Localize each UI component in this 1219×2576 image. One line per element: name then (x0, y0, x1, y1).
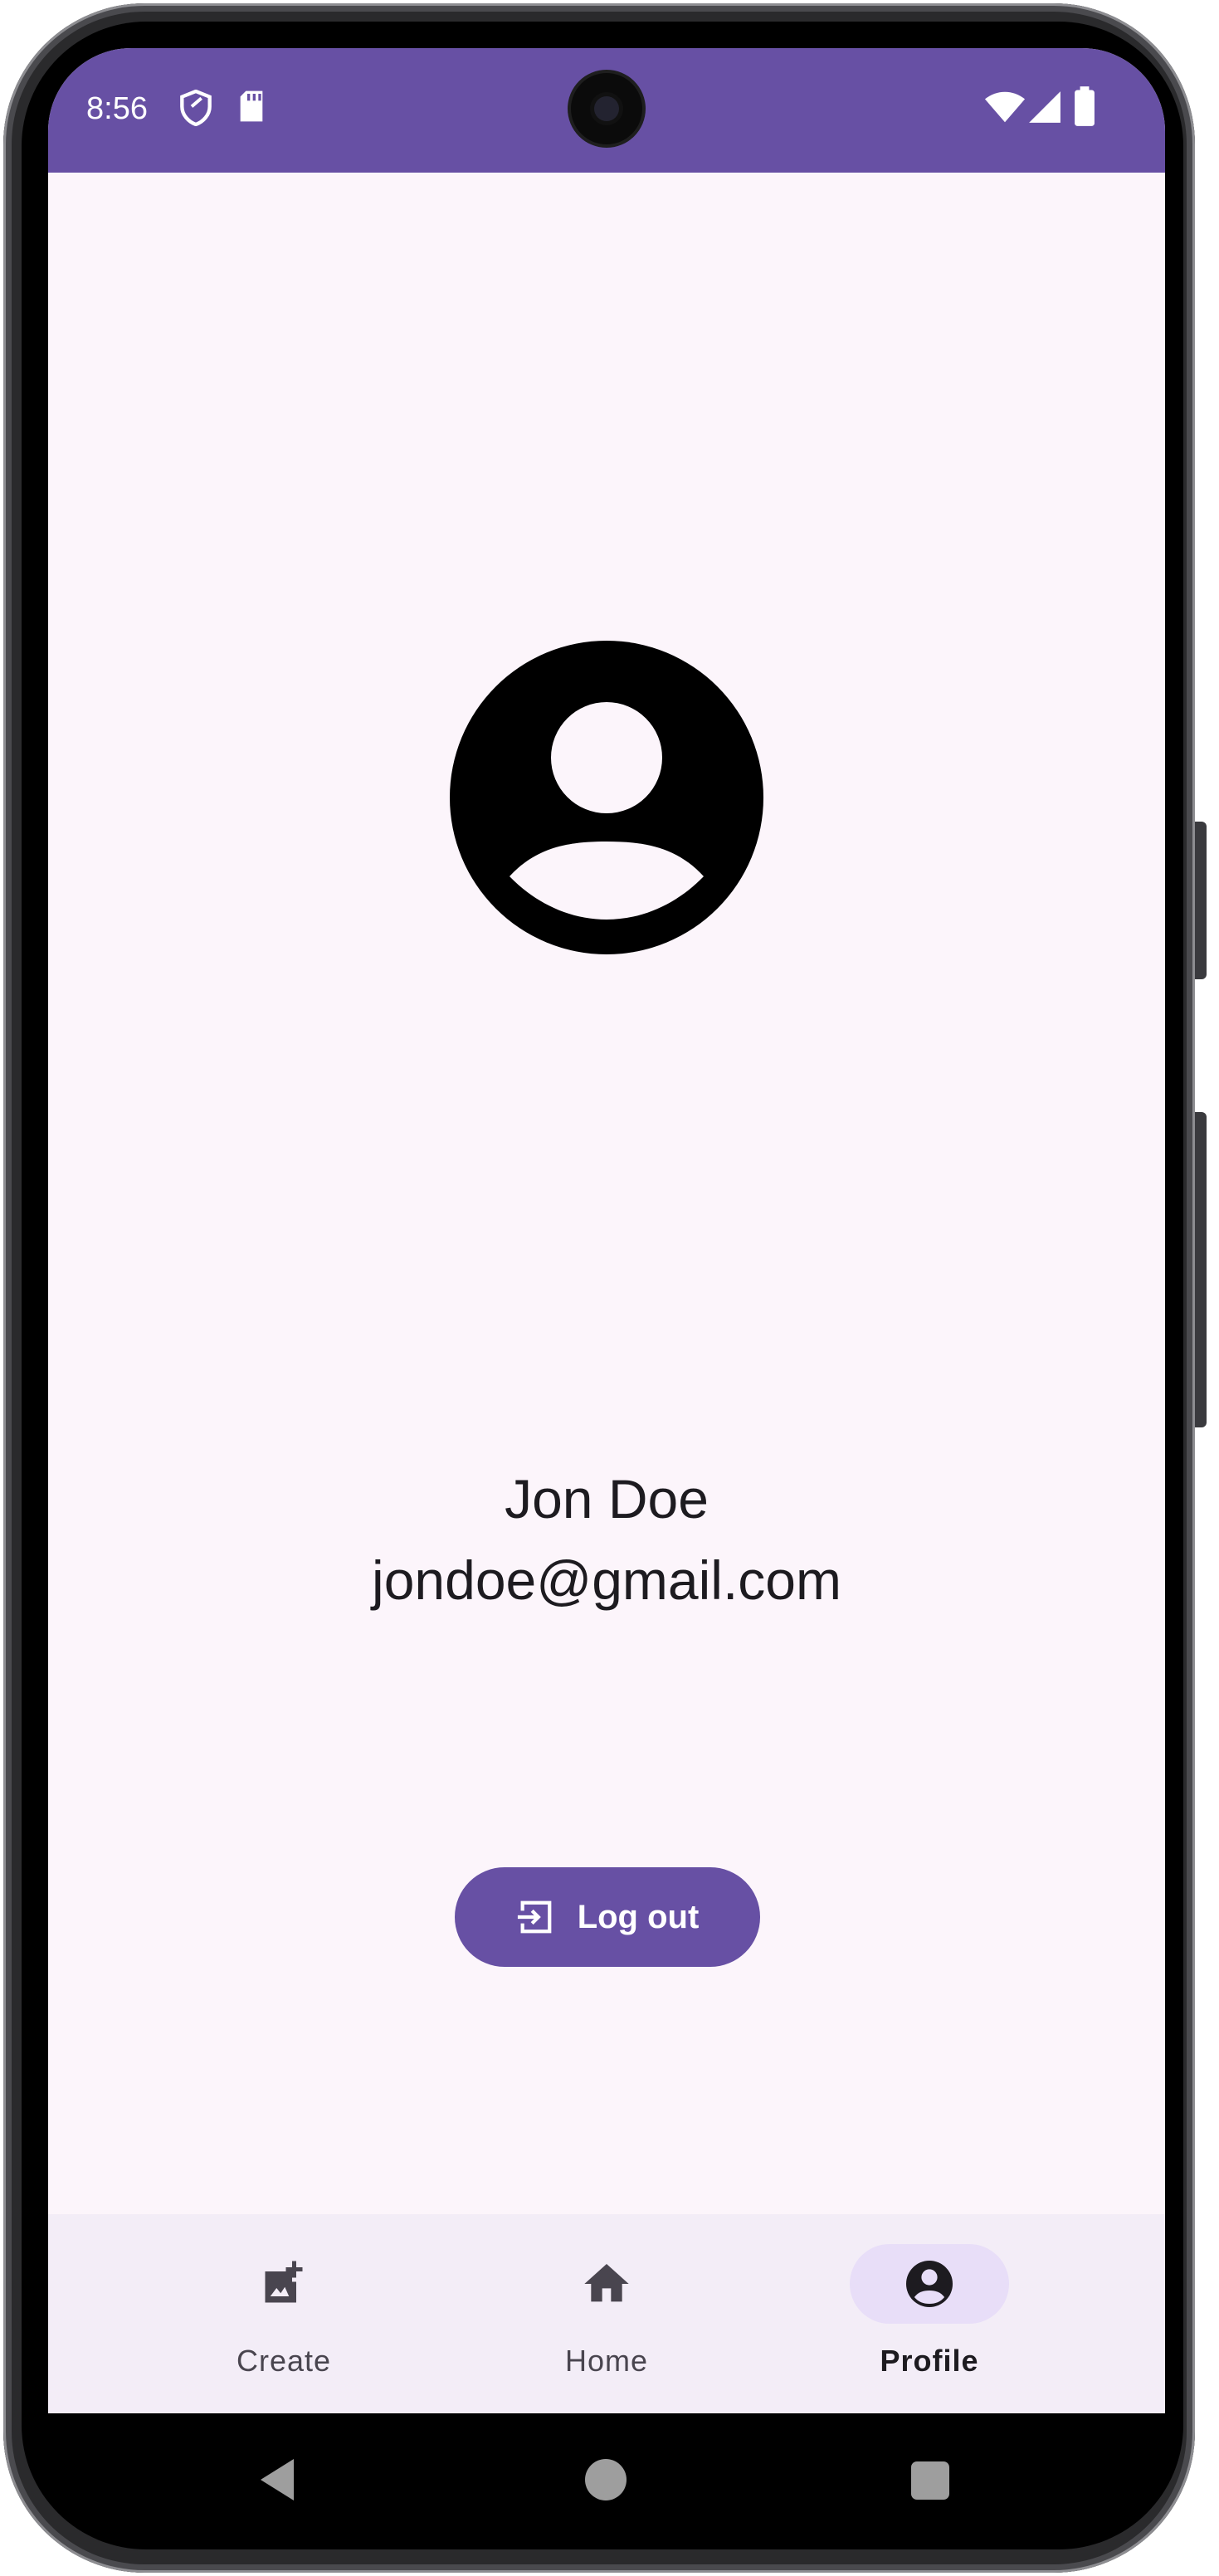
profile-email: jondoe@gmail.com (372, 1549, 841, 1611)
battery-icon (1074, 86, 1095, 130)
front-camera (571, 73, 642, 144)
volume-button (1195, 822, 1207, 979)
nav-item-profile[interactable]: Profile (805, 2214, 1054, 2413)
back-icon[interactable] (257, 2457, 297, 2506)
nav-indicator (553, 2244, 660, 2324)
home-circle-icon[interactable] (584, 2458, 627, 2505)
account-circle-icon (906, 2261, 953, 2307)
nav-active-indicator (850, 2244, 1009, 2324)
nav-label-profile: Profile (880, 2344, 979, 2378)
system-navigation-bar (48, 2413, 1165, 2538)
logout-label: Log out (577, 1898, 700, 1935)
status-time: 8:56 (86, 91, 148, 126)
screen: 8:56 Jon Doe jondoe@gmail.com Log out Cr… (48, 48, 1165, 2413)
add-photo-icon (265, 2261, 303, 2303)
status-bar: 8:56 (48, 48, 1165, 173)
account-circle-icon (450, 641, 763, 954)
profile-avatar (450, 641, 763, 954)
logout-button[interactable]: Log out (455, 1867, 760, 1967)
nav-label-home: Home (564, 2344, 649, 2378)
power-button (1195, 1112, 1207, 1427)
bottom-navigation: Create Home Profile (48, 2214, 1165, 2413)
cellular-signal-icon (1027, 90, 1062, 129)
nav-label-create: Create (236, 2344, 332, 2378)
logout-icon (516, 1898, 554, 1936)
wifi-icon (984, 91, 1026, 129)
home-icon (584, 2264, 629, 2302)
recents-icon[interactable] (911, 2461, 949, 2504)
nav-item-create[interactable]: Create (159, 2214, 408, 2413)
nav-indicator (231, 2244, 337, 2324)
sd-card-icon (237, 90, 266, 127)
shield-icon (179, 89, 212, 130)
nav-item-home[interactable]: Home (482, 2214, 731, 2413)
profile-name: Jon Doe (505, 1468, 709, 1530)
